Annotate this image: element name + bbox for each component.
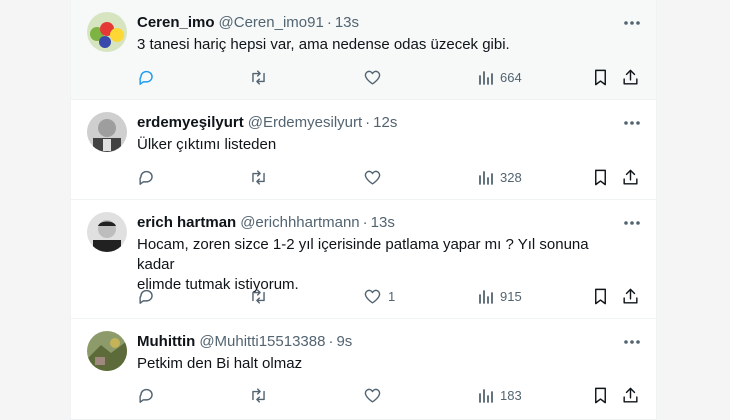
reply-icon <box>139 289 153 304</box>
separator-dot: · <box>328 333 334 350</box>
retweet-button[interactable] <box>249 167 274 187</box>
reply-icon <box>139 388 153 403</box>
tweet-actions: 183 <box>71 385 656 405</box>
timestamp[interactable]: 13s <box>335 14 359 31</box>
tweet-actions: 1 915 <box>71 286 656 306</box>
bookmark-icon <box>595 387 606 403</box>
bookmark-button[interactable] <box>591 67 610 87</box>
tweet-header: erdemyeşilyurt @Erdemyesilyurt · 12s <box>137 113 616 133</box>
views-button[interactable]: 664 <box>478 67 522 87</box>
share-button[interactable] <box>621 286 640 306</box>
author-name[interactable]: Ceren_imo <box>137 14 215 31</box>
views-button[interactable]: 328 <box>478 167 522 187</box>
reply-button[interactable] <box>137 286 162 306</box>
bookmark-button[interactable] <box>591 167 610 187</box>
share-button[interactable] <box>621 385 640 405</box>
like-button[interactable] <box>363 167 388 187</box>
like-button[interactable] <box>363 385 388 405</box>
retweet-icon <box>252 169 265 185</box>
more-dots-icon[interactable] <box>622 14 642 32</box>
bookmark-icon <box>595 288 606 304</box>
bookmark-icon <box>595 69 606 85</box>
tweet-text-line: Hocam, zoren sizce 1-2 yıl içerisinde pa… <box>137 236 589 273</box>
tweet-text: 3 tanesi hariç hepsi var, ama nedense od… <box>137 36 510 53</box>
retweet-icon <box>252 288 265 304</box>
author-handle[interactable]: @erichhhartmann <box>240 214 359 231</box>
reply-button[interactable] <box>137 67 162 87</box>
timestamp[interactable]: 12s <box>373 114 397 131</box>
heart-icon <box>364 170 381 185</box>
views-count: 183 <box>500 387 522 403</box>
views-chart-icon <box>479 290 493 304</box>
avatar[interactable] <box>87 12 127 52</box>
heart-icon <box>364 388 381 403</box>
timeline-feed: Ceren_imo @Ceren_imo91 · 13s 3 tanesi hariç… <box>70 0 657 420</box>
tweet-ceren-imo[interactable]: Ceren_imo @Ceren_imo91 · 13s 3 tanesi hariç… <box>71 0 656 100</box>
more-dots-icon[interactable] <box>622 114 642 132</box>
like-button[interactable] <box>363 67 388 87</box>
author-name[interactable]: erich hartman <box>137 214 236 231</box>
retweet-button[interactable] <box>249 286 274 306</box>
reply-button[interactable] <box>137 385 162 405</box>
retweet-button[interactable] <box>249 67 274 87</box>
tweet-erdemyesilyurt[interactable]: erdemyeşilyurt @Erdemyesilyurt · 12s Ülker … <box>71 100 656 200</box>
share-icon <box>623 387 638 403</box>
views-count: 328 <box>500 169 522 185</box>
retweet-icon <box>252 387 265 403</box>
views-chart-icon <box>479 389 493 403</box>
heart-icon <box>364 70 381 85</box>
views-button[interactable]: 183 <box>478 385 522 405</box>
views-chart-icon <box>479 71 493 85</box>
tweet-header: Ceren_imo @Ceren_imo91 · 13s <box>137 13 616 33</box>
like-count: 1 <box>388 288 396 304</box>
author-handle[interactable]: @Erdemyesilyurt <box>248 114 362 131</box>
tweet-actions: 664 <box>71 67 656 87</box>
tweet-erich-hartman[interactable]: erich hartman @erichhhartmann · 13s Hocam, … <box>71 200 656 319</box>
share-button[interactable] <box>621 67 640 87</box>
tweet-header: Muhittin @Muhitti15513388 · 9s <box>137 332 616 352</box>
share-icon <box>623 69 638 85</box>
bookmark-icon <box>595 169 606 185</box>
bookmark-button[interactable] <box>591 385 610 405</box>
avatar[interactable] <box>87 212 127 252</box>
author-name[interactable]: erdemyeşilyurt <box>137 114 244 131</box>
tweet-actions: 328 <box>71 167 656 187</box>
author-name[interactable]: Muhittin <box>137 333 195 350</box>
heart-icon <box>364 289 381 304</box>
tweet-muhittin[interactable]: Muhittin @Muhitti15513388 · 9s Petkim den B… <box>71 319 656 420</box>
bookmark-button[interactable] <box>591 286 610 306</box>
reply-button[interactable] <box>137 167 162 187</box>
timestamp[interactable]: 9s <box>336 333 352 350</box>
separator-dot: · <box>362 214 368 231</box>
like-button[interactable]: 1 <box>363 286 395 306</box>
views-chart-icon <box>479 171 493 185</box>
retweet-button[interactable] <box>249 385 274 405</box>
avatar[interactable] <box>87 112 127 152</box>
views-button[interactable]: 915 <box>478 286 522 306</box>
retweet-icon <box>252 69 265 85</box>
views-count: 915 <box>500 288 522 304</box>
more-dots-icon[interactable] <box>622 214 642 232</box>
reply-icon <box>139 70 153 85</box>
tweet-text: Ülker çıktımı listeden <box>137 136 277 153</box>
share-button[interactable] <box>621 167 640 187</box>
timestamp[interactable]: 13s <box>371 214 395 231</box>
author-handle[interactable]: @Ceren_imo91 <box>219 14 324 31</box>
reply-icon <box>139 170 153 185</box>
share-icon <box>623 288 638 304</box>
tweet-header: erich hartman @erichhhartmann · 13s <box>137 213 616 233</box>
tweet-text: Petkim den Bi halt olmaz <box>137 355 303 372</box>
avatar[interactable] <box>87 331 127 371</box>
separator-dot: · <box>365 114 371 131</box>
separator-dot: · <box>326 14 332 31</box>
share-icon <box>623 169 638 185</box>
views-count: 664 <box>500 69 522 85</box>
more-dots-icon[interactable] <box>622 333 642 351</box>
author-handle[interactable]: @Muhitti15513388 <box>199 333 325 350</box>
